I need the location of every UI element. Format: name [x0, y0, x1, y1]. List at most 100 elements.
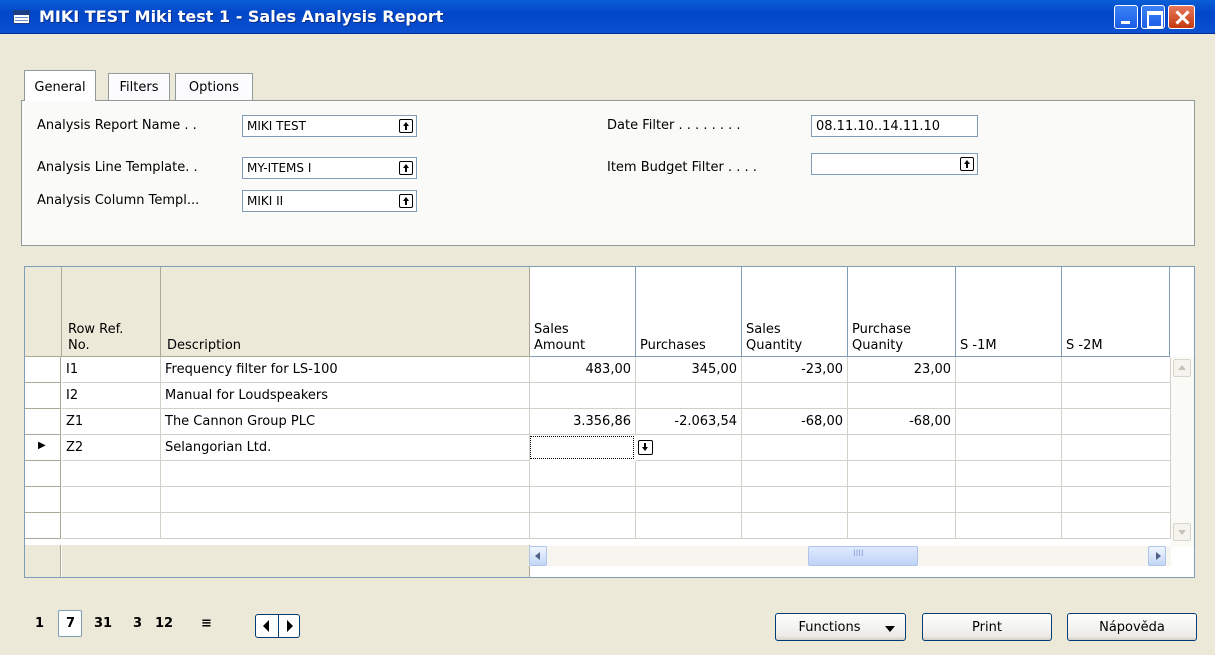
cell-s-1m[interactable]	[956, 461, 1062, 487]
cell-sales-amount[interactable]	[530, 461, 636, 487]
cell-sales-amount[interactable]	[530, 487, 636, 513]
row-selector[interactable]	[25, 487, 61, 513]
help-button[interactable]: Nápověda	[1067, 613, 1197, 641]
cell-purchase-quantity[interactable]	[848, 383, 956, 409]
cell-s-2m[interactable]	[1062, 383, 1171, 409]
row-selector[interactable]	[25, 357, 61, 383]
cell-purchases[interactable]	[636, 461, 742, 487]
tab-general[interactable]: General	[24, 70, 96, 101]
col-header-rowref[interactable]: Row Ref. No.	[62, 267, 161, 357]
col-header-sales-amount[interactable]: Sales Amount	[530, 267, 636, 357]
scroll-right-arrow-icon[interactable]	[1148, 546, 1166, 566]
col-header-s-2m[interactable]: S -2M	[1062, 267, 1170, 357]
cell-sales-amount[interactable]: 3.356,86	[530, 409, 636, 435]
row-selector-current[interactable]: ▶	[25, 435, 61, 461]
cell-purchase-quantity[interactable]	[848, 513, 956, 539]
cell-purchase-quantity[interactable]: 23,00	[848, 357, 956, 383]
cell-sales-amount[interactable]	[530, 383, 636, 409]
scroll-up-arrow-icon[interactable]	[1173, 359, 1191, 377]
row-selector[interactable]	[25, 409, 61, 435]
budget-filter-field[interactable]	[811, 153, 978, 175]
cell-description[interactable]	[161, 513, 530, 539]
col-header-sales-quantity[interactable]: Sales Quantity	[742, 267, 848, 357]
cell-sales-quantity[interactable]	[742, 383, 848, 409]
scroll-down-arrow-icon[interactable]	[1173, 523, 1191, 541]
lookup-up-arrow-icon[interactable]	[960, 157, 974, 171]
cell-rowref[interactable]	[62, 513, 161, 539]
cell-s-1m[interactable]	[956, 383, 1062, 409]
cell-description[interactable]	[161, 487, 530, 513]
cell-purchases[interactable]	[636, 487, 742, 513]
cell-purchase-quantity[interactable]	[848, 487, 956, 513]
cell-s-1m[interactable]	[956, 409, 1062, 435]
row-selector[interactable]	[25, 461, 61, 487]
cell-purchase-quantity[interactable]: -68,00	[848, 409, 956, 435]
cell-rowref[interactable]	[62, 461, 161, 487]
row-selector[interactable]	[25, 383, 61, 409]
cell-purchases[interactable]	[636, 383, 742, 409]
previous-period-arrow-icon[interactable]	[256, 615, 277, 637]
col-header-purchase-quantity[interactable]: Purchase Quanity	[848, 267, 956, 357]
line-template-field[interactable]: MY-ITEMS I	[242, 157, 417, 179]
date-filter-field[interactable]: 08.11.10..14.11.10	[811, 115, 978, 137]
close-button[interactable]	[1168, 5, 1195, 29]
cell-rowref[interactable]: I2	[62, 383, 161, 409]
tab-filters[interactable]: Filters	[108, 73, 170, 100]
cell-s-2m[interactable]	[1062, 357, 1171, 383]
lookup-up-arrow-icon[interactable]	[399, 161, 413, 175]
col-header-s-1m[interactable]: S -1M	[956, 267, 1062, 357]
column-template-field[interactable]: MIKI II	[242, 190, 417, 212]
cell-purchases[interactable]: -2.063,54	[636, 409, 742, 435]
row-selector[interactable]	[25, 513, 61, 539]
period-month-button[interactable]: 31	[94, 616, 112, 631]
cell-purchases[interactable]: 345,00	[636, 357, 742, 383]
cell-sales-quantity[interactable]: -23,00	[742, 357, 848, 383]
cell-s-2m[interactable]	[1062, 487, 1171, 513]
lookup-up-arrow-icon[interactable]	[399, 194, 413, 208]
cell-s-1m[interactable]	[956, 435, 1062, 461]
cell-s-1m[interactable]	[956, 487, 1062, 513]
cell-s-2m[interactable]	[1062, 461, 1171, 487]
cell-purchases[interactable]	[636, 513, 742, 539]
cell-s-1m[interactable]	[956, 357, 1062, 383]
cell-rowref[interactable]: Z2	[62, 435, 161, 461]
next-period-arrow-icon[interactable]	[278, 615, 299, 637]
cell-s-2m[interactable]	[1062, 513, 1171, 539]
cell-purchase-quantity[interactable]	[848, 461, 956, 487]
cell-sales-amount-focused[interactable]	[530, 436, 634, 459]
report-name-field[interactable]: MIKI TEST	[242, 115, 417, 137]
col-header-description[interactable]: Description	[161, 267, 530, 357]
period-week-button[interactable]: 7	[66, 616, 75, 631]
cell-sales-quantity[interactable]	[742, 513, 848, 539]
cell-rowref[interactable]: Z1	[62, 409, 161, 435]
lookup-up-arrow-icon[interactable]	[399, 119, 413, 133]
period-quarter-button[interactable]: 3	[133, 616, 142, 631]
cell-description[interactable]: The Cannon Group PLC	[161, 409, 530, 435]
cell-s-1m[interactable]	[956, 513, 1062, 539]
period-accounting-icon[interactable]: ≡	[201, 616, 212, 631]
cell-s-2m[interactable]	[1062, 409, 1171, 435]
period-day-button[interactable]: 1	[35, 616, 44, 631]
cell-purchases[interactable]	[636, 435, 742, 461]
cell-purchase-quantity[interactable]	[848, 435, 956, 461]
cell-rowref[interactable]	[62, 487, 161, 513]
cell-sales-quantity[interactable]	[742, 435, 848, 461]
functions-button[interactable]: Functions	[775, 613, 906, 641]
cell-rowref[interactable]: I1	[62, 357, 161, 383]
cell-sales-amount[interactable]	[530, 513, 636, 539]
period-year-button[interactable]: 12	[155, 616, 173, 631]
cell-description[interactable]: Selangorian Ltd.	[161, 435, 530, 461]
scroll-left-arrow-icon[interactable]	[529, 546, 547, 566]
horizontal-scroll-thumb[interactable]: IIII	[808, 546, 918, 566]
cell-sales-quantity[interactable]	[742, 461, 848, 487]
cell-s-2m[interactable]	[1062, 435, 1171, 461]
vertical-scrollbar[interactable]	[1171, 357, 1194, 547]
cell-sales-amount[interactable]: 483,00	[530, 357, 636, 383]
tab-options[interactable]: Options	[175, 73, 253, 100]
cell-description[interactable]: Manual for Loudspeakers	[161, 383, 530, 409]
cell-sales-quantity[interactable]	[742, 487, 848, 513]
maximize-button[interactable]	[1141, 5, 1165, 29]
cell-description[interactable]	[161, 461, 530, 487]
col-header-purchases[interactable]: Purchases	[636, 267, 742, 357]
cell-description[interactable]: Frequency filter for LS-100	[161, 357, 530, 383]
